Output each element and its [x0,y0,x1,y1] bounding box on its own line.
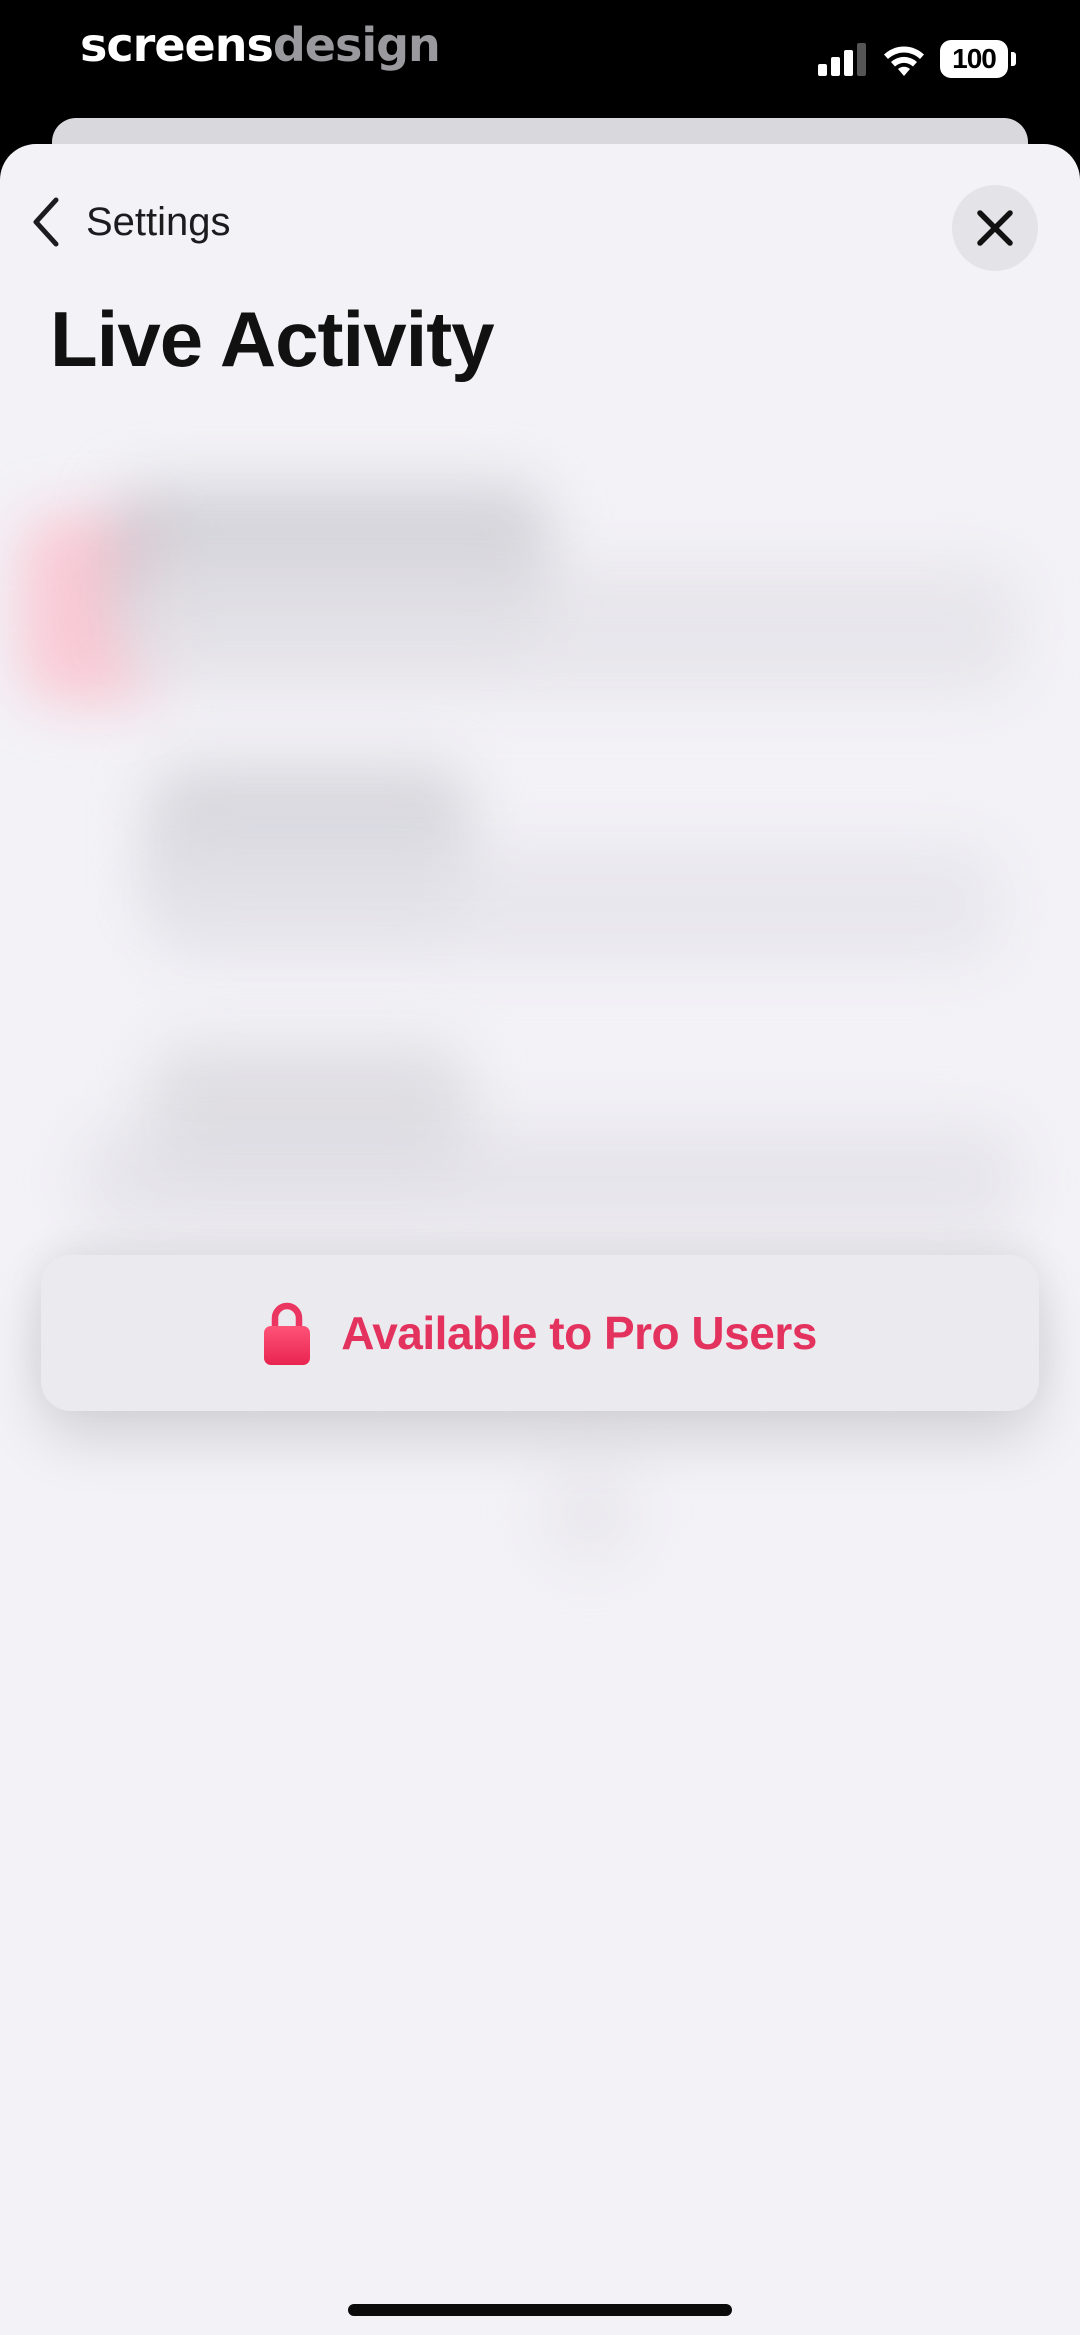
settings-sheet: Settings Live Activity Available to Pro … [0,144,1080,2335]
blurred-preview-circle [540,1464,640,1564]
home-indicator[interactable] [348,2304,732,2316]
blurred-preview-row [120,564,1020,694]
brand-primary: screens [80,18,274,72]
close-button[interactable] [952,185,1038,271]
chevron-left-icon [33,197,59,247]
page-title: Live Activity [50,295,495,383]
brand-secondary: design [272,18,441,72]
brand-watermark: screensdesign [80,18,441,72]
pro-upgrade-banner[interactable]: Available to Pro Users [41,1255,1039,1411]
blurred-preview-row [150,844,1000,964]
screen: screensdesign 100 Settings Live Activity… [0,0,1080,2335]
wifi-icon [884,46,924,76]
battery-indicator: 100 [940,40,1008,78]
battery-cap [1011,52,1016,66]
status-bar: screensdesign 100 [0,0,1080,120]
pro-banner-label: Available to Pro Users [341,1307,817,1359]
back-label: Settings [86,199,231,244]
back-button[interactable]: Settings [28,188,231,256]
blurred-preview-row [80,1124,1020,1234]
lock-icon [264,1302,311,1365]
close-icon [977,210,1013,246]
cellular-signal-icon [818,43,866,76]
